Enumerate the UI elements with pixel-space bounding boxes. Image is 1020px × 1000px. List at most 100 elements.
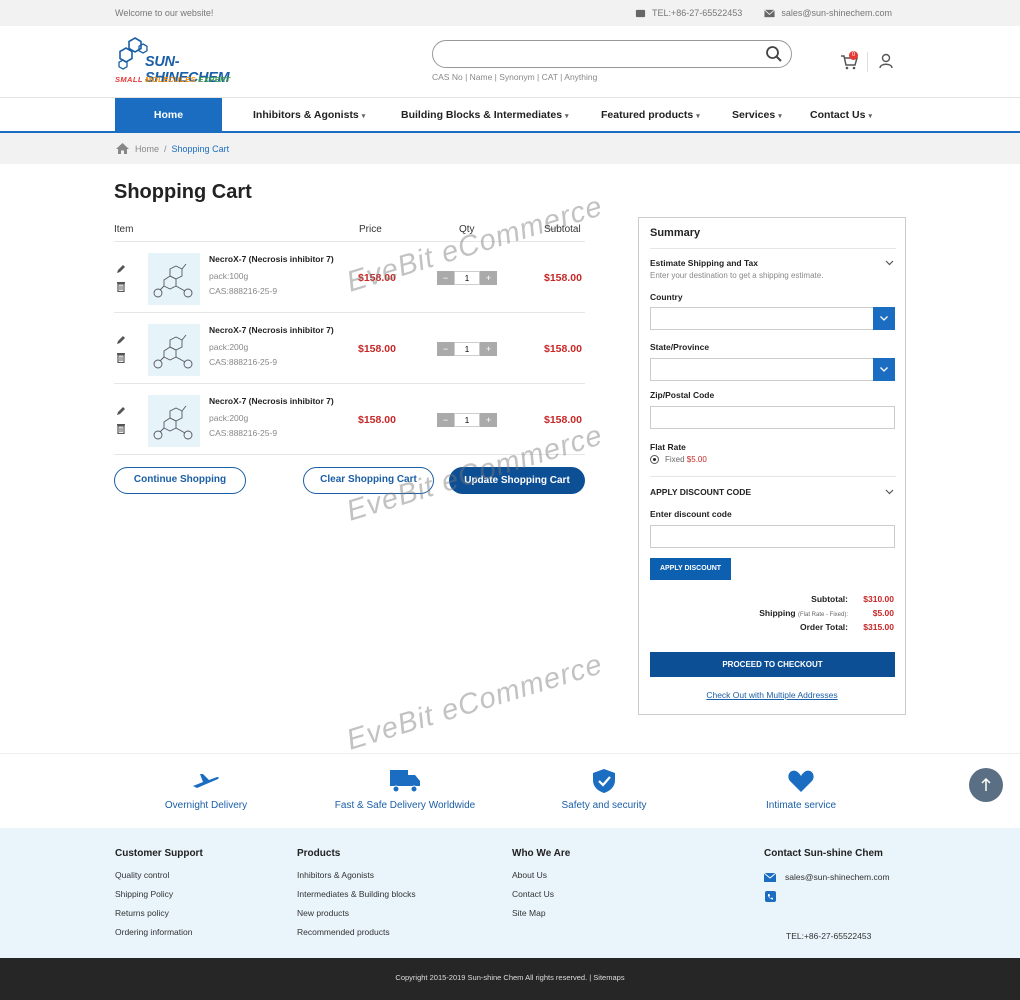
site-logo[interactable]: SUN-SHINECHEM SMALL MOLECULES EXPERT: [115, 36, 255, 88]
product-name[interactable]: NecroX-7 (Necrosis inhibitor 7): [209, 325, 334, 335]
qty-decrease-button[interactable]: −: [437, 413, 454, 427]
estimate-shipping-toggle[interactable]: Estimate Shipping and Tax: [650, 258, 758, 268]
product-image[interactable]: [148, 253, 200, 305]
nav-inhibitors[interactable]: Inhibitors & Agonists ▾: [253, 98, 365, 132]
footer-link[interactable]: Contact Us: [512, 889, 570, 899]
footer-link[interactable]: Quality control: [115, 870, 203, 880]
nav-label: Inhibitors & Agonists: [253, 109, 359, 121]
nav-label: Featured products: [601, 109, 694, 121]
trash-icon[interactable]: [116, 352, 126, 363]
discount-toggle[interactable]: APPLY DISCOUNT CODE: [650, 487, 751, 497]
nav-contact[interactable]: Contact Us ▾: [810, 98, 872, 132]
footer-link[interactable]: New products: [297, 908, 416, 918]
country-select[interactable]: [650, 307, 895, 330]
footer-link[interactable]: About Us: [512, 870, 570, 880]
features-strip: Overnight Delivery Fast & Safe Delivery …: [0, 753, 1020, 828]
nav-building-blocks[interactable]: Building Blocks & Intermediates ▾: [401, 98, 569, 132]
product-name[interactable]: NecroX-7 (Necrosis inhibitor 7): [209, 396, 334, 406]
chevron-down-icon: ▾: [868, 113, 872, 120]
zip-input[interactable]: [650, 406, 895, 429]
search-input[interactable]: [445, 41, 765, 65]
footer-link[interactable]: Returns policy: [115, 908, 203, 918]
qty-input[interactable]: [454, 271, 480, 285]
chevron-down-icon[interactable]: [885, 260, 894, 266]
trash-icon[interactable]: [116, 423, 126, 434]
dropdown-button[interactable]: [873, 358, 895, 381]
top-bar: Welcome to our website! TEL:+86-27-65522…: [0, 0, 1020, 26]
header-qty: Qty: [459, 224, 475, 235]
product-price: $158.00: [358, 343, 396, 355]
pencil-icon[interactable]: [116, 263, 126, 274]
apply-discount-button[interactable]: APPLY DISCOUNT: [650, 558, 731, 580]
footer-link[interactable]: Intermediates & Building blocks: [297, 889, 416, 899]
qty-increase-button[interactable]: +: [480, 413, 497, 427]
shipping-value: $5.00: [872, 608, 894, 618]
footer-products: Products Inhibitors & Agonists Intermedi…: [297, 848, 416, 946]
product-image[interactable]: [148, 395, 200, 447]
feature-service: Intimate service: [745, 768, 857, 811]
qty-decrease-button[interactable]: −: [437, 271, 454, 285]
cart-row: NecroX-7 (Necrosis inhibitor 7) pack:200…: [114, 314, 585, 384]
clear-cart-button[interactable]: Clear Shopping Cart: [303, 467, 434, 494]
trash-icon[interactable]: [116, 281, 126, 292]
cart-table-header: Item Price Qty Subtotal: [114, 222, 585, 242]
header-item: Item: [114, 224, 134, 235]
pencil-icon[interactable]: [116, 405, 126, 416]
top-phone-text: TEL:+86-27-65522453: [651, 8, 743, 18]
home-icon[interactable]: [115, 142, 130, 155]
qty-increase-button[interactable]: +: [480, 342, 497, 356]
molecule-structure-icon: [153, 263, 193, 298]
footer-who-we-are: Who We Are About Us Contact Us Site Map: [512, 848, 570, 927]
breadcrumb-home[interactable]: Home: [135, 144, 159, 154]
logo-tagline: SMALL MOLECULES EXPERT: [115, 75, 231, 84]
shield-check-icon: [593, 769, 615, 793]
top-email[interactable]: sales@sun-shinechem.com: [764, 8, 892, 19]
dropdown-button[interactable]: [873, 307, 895, 330]
molecule-structure-icon: [153, 405, 193, 440]
copyright-bar: Copyright 2015-2019 Sun-shine Chem All r…: [0, 958, 1020, 1000]
qty-increase-button[interactable]: +: [480, 271, 497, 285]
footer-email[interactable]: sales@sun-shinechem.com: [764, 872, 890, 882]
product-cas: CAS:888216-25-9: [209, 286, 278, 296]
footer-link[interactable]: Recommended products: [297, 927, 416, 937]
footer-email-text[interactable]: sales@sun-shinechem.com: [785, 872, 890, 882]
product-name[interactable]: NecroX-7 (Necrosis inhibitor 7): [209, 254, 334, 264]
top-email-link[interactable]: sales@sun-shinechem.com: [781, 8, 892, 18]
page-title: Shopping Cart: [114, 181, 252, 203]
row-subtotal: $158.00: [544, 272, 582, 284]
subtotal-value: $310.00: [863, 594, 894, 604]
footer-contact: Contact Sun-shine Chem sales@sun-shinech…: [764, 848, 890, 941]
hexagon-logo-icon: [118, 37, 148, 70]
qty-input[interactable]: [454, 413, 480, 427]
qty-decrease-button[interactable]: −: [437, 342, 454, 356]
proceed-to-checkout-button[interactable]: PROCEED TO CHECKOUT: [650, 652, 895, 677]
nav-label: Contact Us: [810, 109, 866, 121]
product-image[interactable]: [148, 324, 200, 376]
continue-shopping-button[interactable]: Continue Shopping: [114, 467, 246, 494]
user-icon[interactable]: [878, 53, 894, 69]
footer-link[interactable]: Ordering information: [115, 927, 203, 937]
search-icon[interactable]: [765, 45, 783, 63]
footer-heading: Who We Are: [512, 848, 571, 859]
footer-link[interactable]: Inhibitors & Agonists: [297, 870, 416, 880]
chevron-down-icon[interactable]: [885, 489, 894, 495]
summary-subtotal: Subtotal: $310.00: [811, 594, 894, 604]
discount-code-input[interactable]: [650, 525, 895, 548]
nav-featured[interactable]: Featured products ▾: [601, 98, 700, 132]
chevron-down-icon: ▾: [778, 113, 782, 120]
flat-rate-radio[interactable]: [650, 455, 659, 464]
footer-link[interactable]: Shipping Policy: [115, 889, 203, 899]
state-select[interactable]: [650, 358, 895, 381]
tagline-part: MOLECULES: [142, 75, 196, 84]
qty-input[interactable]: [454, 342, 480, 356]
nav-services[interactable]: Services ▾: [732, 98, 782, 132]
footer-link[interactable]: Site Map: [512, 908, 570, 918]
multiple-addresses-link[interactable]: Check Out with Multiple Addresses: [639, 690, 905, 700]
nav-home[interactable]: Home: [115, 98, 222, 132]
update-cart-button[interactable]: Update Shopping Cart: [449, 467, 585, 494]
back-to-top-button[interactable]: [969, 768, 1003, 802]
welcome-text: Welcome to our website!: [115, 8, 214, 18]
pencil-icon[interactable]: [116, 334, 126, 345]
breadcrumb: Home / Shopping Cart: [0, 133, 1020, 164]
summary-title: Summary: [650, 227, 701, 239]
